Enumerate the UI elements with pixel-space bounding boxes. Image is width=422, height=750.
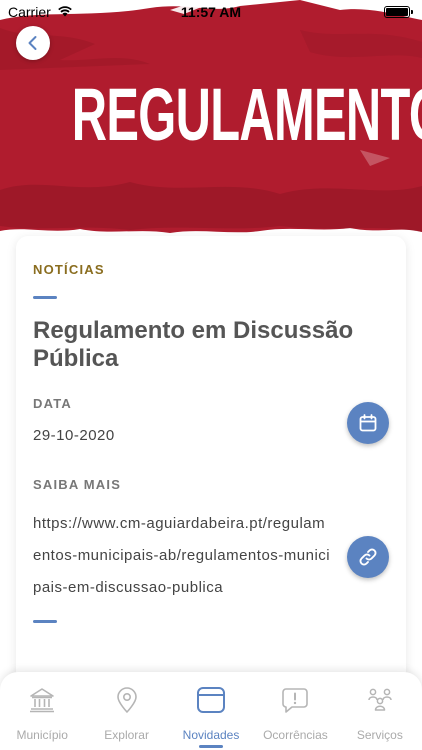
services-icon: [365, 685, 395, 715]
tab-label: Novidades: [182, 728, 240, 742]
hero-banner: REGULAMENTO: [0, 0, 422, 235]
tab-label: Município: [16, 728, 68, 742]
link-icon: [359, 548, 377, 566]
bottom-tab-bar: Município Explorar Novidades Ocorrências…: [0, 672, 422, 750]
tab-servicos[interactable]: Serviços: [338, 672, 422, 750]
open-link-button[interactable]: [347, 536, 389, 578]
status-bar: Carrier 11:57 AM: [0, 0, 422, 24]
clock: 11:57 AM: [180, 4, 242, 20]
more-info-link[interactable]: https://www.cm-aguiardabeira.pt/regulame…: [33, 508, 333, 604]
tab-explorar[interactable]: Explorar: [84, 672, 168, 750]
chevron-left-icon: [28, 36, 37, 50]
alert-chat-icon: [280, 685, 310, 715]
tab-label: Explorar: [104, 728, 149, 742]
back-button[interactable]: [16, 26, 50, 60]
accent-divider: [33, 296, 57, 299]
category-label: NOTÍCIAS: [33, 262, 105, 277]
tab-municipio[interactable]: Município: [0, 672, 84, 750]
tab-label: Ocorrências: [263, 728, 328, 742]
add-to-calendar-button[interactable]: [347, 402, 389, 444]
building-icon: [27, 685, 57, 715]
date-value: 29-10-2020: [33, 427, 115, 444]
date-label: DATA: [33, 396, 72, 411]
battery-icon: [384, 6, 413, 18]
map-pin-icon: [112, 685, 142, 715]
active-tab-indicator: [199, 745, 224, 748]
accent-divider-bottom: [33, 620, 57, 623]
article-card: NOTÍCIAS Regulamento em Discussão Públic…: [16, 236, 406, 706]
banner-text: REGULAMENTO: [71, 73, 422, 156]
news-icon: [196, 685, 226, 715]
tab-label: Serviços: [356, 728, 403, 742]
tab-ocorrencias[interactable]: Ocorrências: [253, 672, 337, 750]
article-title: Regulamento em Discussão Pública: [33, 317, 354, 372]
tab-novidades[interactable]: Novidades: [169, 672, 253, 750]
more-info-label: SAIBA MAIS: [33, 477, 122, 492]
calendar-icon: [359, 414, 377, 432]
